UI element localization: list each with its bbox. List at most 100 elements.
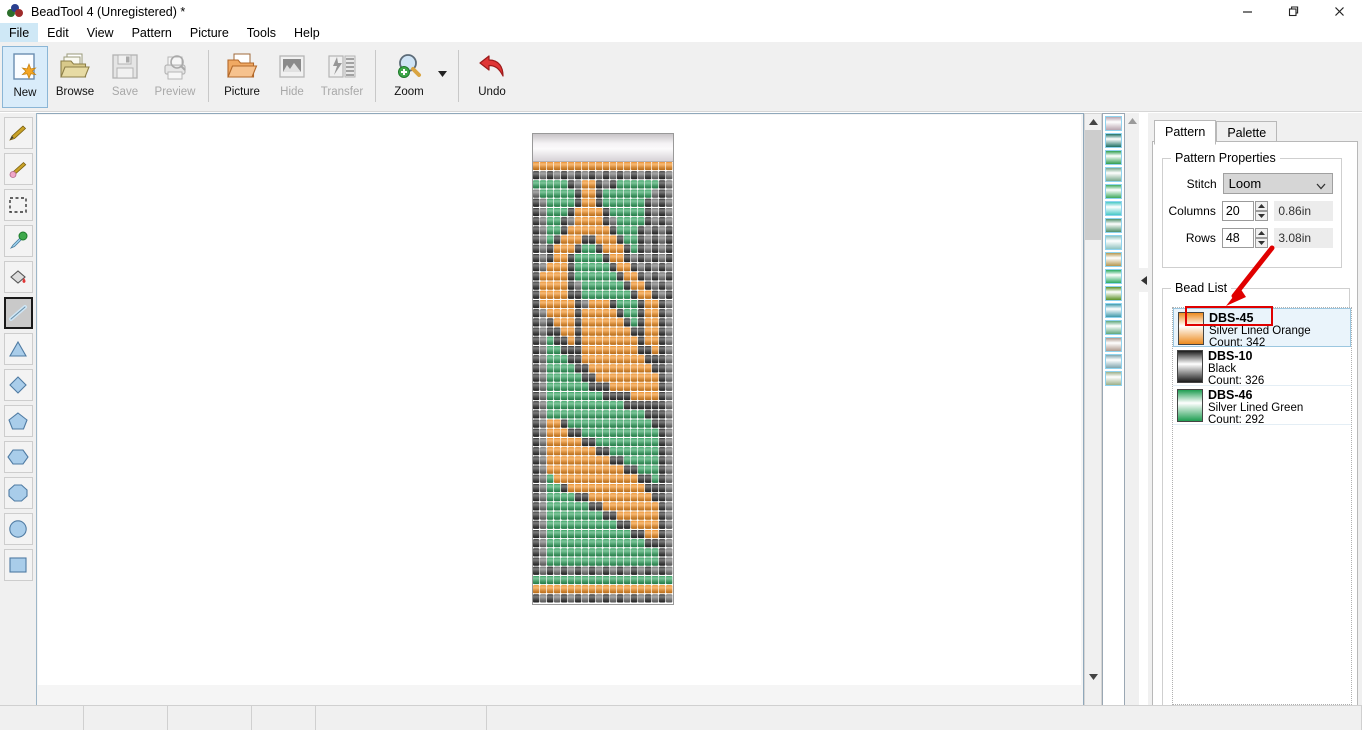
bead-info: DBS-46 Silver Lined Green Count: 292 [1208,388,1349,426]
pattern-canvas[interactable] [38,115,1081,685]
bead-name: Black [1208,363,1237,376]
palette-swatch[interactable] [1105,320,1122,335]
picture-button[interactable]: Picture [219,46,265,108]
undo-arrow-icon [479,55,504,77]
zoom-magnifier-icon [398,54,421,78]
menu-bar: File Edit View Pattern Picture Tools Hel… [0,23,1362,42]
pencil-icon [9,125,27,141]
palette-swatch[interactable] [1105,116,1122,131]
palette-swatch[interactable] [1105,184,1122,199]
bead-list-item[interactable]: DBS-45 Silver Lined Orange Count: 342 [1173,308,1351,349]
columns-stepper-down[interactable] [1255,211,1269,221]
rows-stepper-down[interactable] [1255,238,1269,248]
status-bar [0,705,1362,730]
rows-stepper[interactable] [1255,228,1269,248]
save-button[interactable]: Save [102,46,148,108]
new-button-label: New [13,87,37,99]
eraser-pencil-icon [9,161,27,178]
pencil-tool[interactable] [3,117,33,149]
zoom-button[interactable]: Zoom [386,46,432,108]
palette-swatch[interactable] [1105,201,1122,216]
bead-list[interactable]: DBS-45 Silver Lined Orange Count: 342 DBS-1… [1172,307,1352,705]
vscroll-thumb[interactable] [1085,130,1101,240]
line-tool[interactable] [3,297,33,329]
bead-grid[interactable] [533,162,673,604]
fill-tool[interactable] [3,261,33,293]
bead-list-item[interactable]: DBS-10 Black Count: 326 [1173,347,1351,387]
palette-swatch[interactable] [1105,303,1122,318]
bead-list-group: Bead List DBS-45 Silver Lined Orange Count… [1162,281,1352,713]
bead-count: Count: 326 [1208,375,1265,388]
bead-list-item[interactable]: DBS-46 Silver Lined Green Count: 292 [1173,386,1351,426]
palette-swatch[interactable] [1105,218,1122,233]
transfer-button[interactable]: Transfer [319,46,365,108]
palette-swatch[interactable] [1105,337,1122,352]
minimize-button[interactable] [1224,0,1270,23]
columns-row: Columns 20 0.86in [1165,201,1333,221]
stitch-select[interactable]: Loom [1222,173,1333,194]
zoom-dropdown-button[interactable] [434,46,450,102]
status-cell-3 [168,706,252,730]
scroll-up-icon[interactable] [1085,114,1101,130]
paint-bucket-icon [10,270,26,284]
eyedropper-tool[interactable] [3,225,33,257]
diamond-tool[interactable] [3,369,33,401]
status-cell-2 [84,706,168,730]
browse-button[interactable]: Browse [52,46,98,108]
bead-name: Silver Lined Green [1208,402,1304,415]
tab-pattern[interactable]: Pattern [1154,120,1217,145]
preview-button[interactable]: Preview [152,46,198,108]
rows-input[interactable]: 48 [1221,228,1255,248]
rows-stepper-up[interactable] [1255,228,1269,238]
rows-label: Rows [1185,231,1216,245]
canvas-area[interactable]: ❮ ❯ [37,113,1084,710]
menu-item-help[interactable]: Help [285,23,329,42]
menu-item-edit[interactable]: Edit [38,23,78,42]
close-button[interactable] [1316,0,1362,23]
menu-item-file[interactable]: File [0,23,39,42]
select-tool[interactable] [3,189,33,221]
palette-swatch[interactable] [1105,167,1122,182]
panel-collapse-button[interactable] [1139,268,1148,292]
bead-pattern[interactable] [532,133,674,605]
triangle-tool[interactable] [3,333,33,365]
undo-button[interactable]: Undo [469,46,515,108]
diamond-icon [9,376,27,394]
palette-swatch[interactable] [1105,354,1122,369]
menu-item-pattern[interactable]: Pattern [123,23,181,42]
rectangle-tool[interactable] [3,549,33,581]
palette-swatch[interactable] [1105,269,1122,284]
bead-info: DBS-10 Black Count: 326 [1208,349,1349,387]
menu-item-picture[interactable]: Picture [181,23,238,42]
hide-button[interactable]: Hide [269,46,315,108]
palette-swatch[interactable] [1105,133,1122,148]
menu-item-view[interactable]: View [78,23,123,42]
rows-inches: 3.08in [1274,228,1333,248]
palette-swatch[interactable] [1105,150,1122,165]
palette-swatch[interactable] [1105,252,1122,267]
hide-button-label: Hide [280,86,304,98]
palette-swatch[interactable] [1105,286,1122,301]
columns-stepper-up[interactable] [1255,201,1269,211]
line-icon [9,305,27,321]
palette-swatch[interactable] [1105,235,1122,250]
eraser-tool[interactable] [3,153,33,185]
maximize-button[interactable] [1270,0,1316,23]
scroll-down-icon[interactable] [1085,669,1101,685]
columns-stepper[interactable] [1255,201,1269,221]
circle-tool[interactable] [3,513,33,545]
palette-scroll-up-icon[interactable] [1125,113,1139,129]
palette-swatch[interactable] [1105,371,1122,386]
pentagon-tool[interactable] [3,405,33,437]
palette-vertical-scrollbar[interactable] [1125,113,1139,710]
new-button[interactable]: New [2,46,48,108]
menu-item-tools[interactable]: Tools [238,23,285,42]
hexagon-tool[interactable] [3,441,33,473]
octagon-tool[interactable] [3,477,33,509]
preview-button-label: Preview [154,86,196,98]
columns-input[interactable]: 20 [1221,201,1255,221]
canvas-vertical-scrollbar[interactable] [1084,113,1102,710]
panel-body: Pattern Properties Stitch Loom Columns 2… [1152,141,1358,713]
new-document-icon [13,53,37,80]
palette-swatch-strip[interactable] [1102,113,1125,710]
